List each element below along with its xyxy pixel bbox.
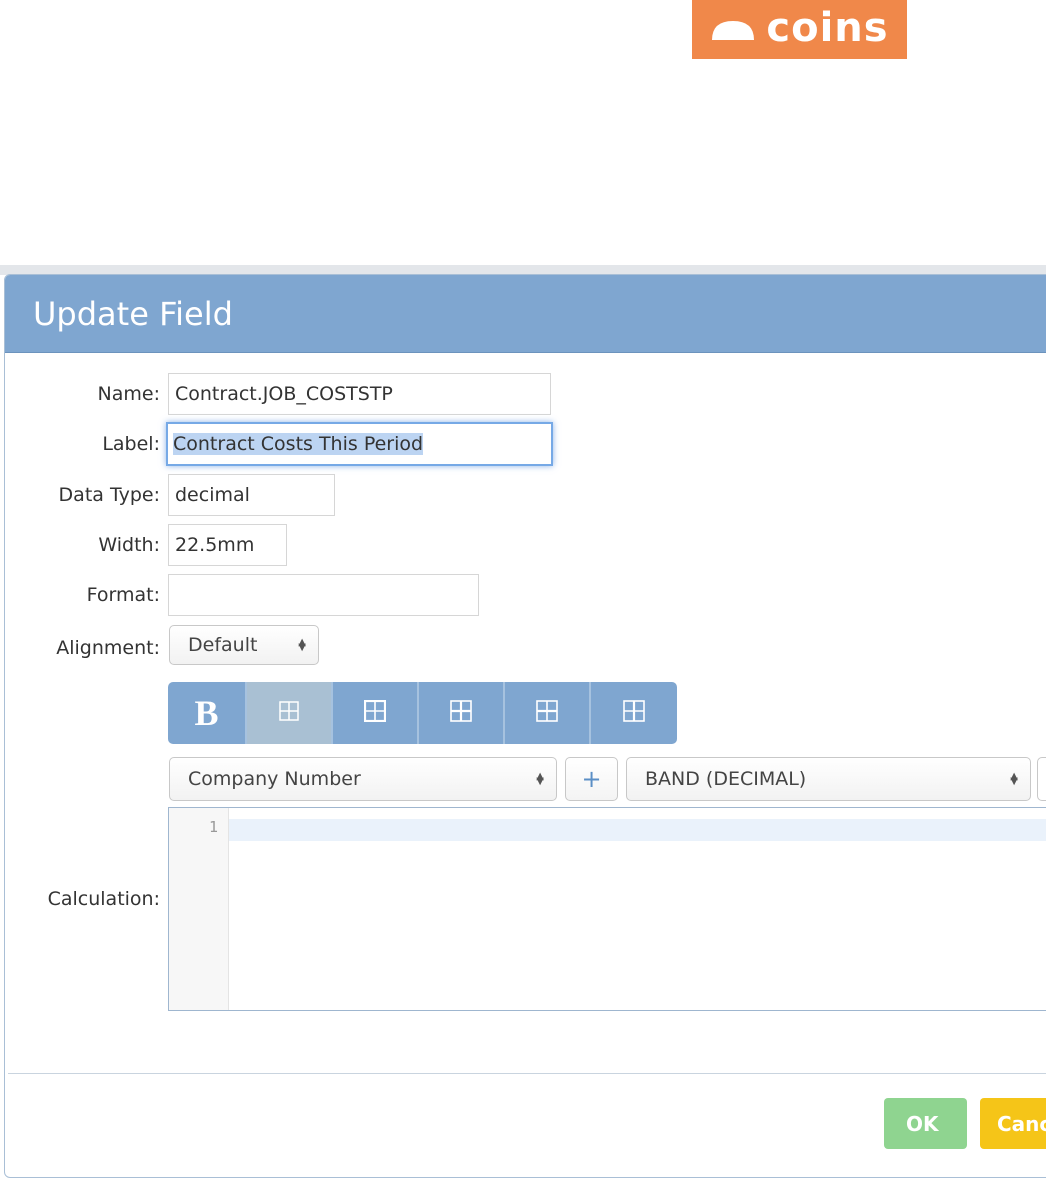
border-vertical-button[interactable] <box>591 682 677 744</box>
hard-hat-icon <box>710 19 756 46</box>
editor-gutter: 1 <box>169 808 229 1010</box>
alignment-select[interactable]: Default ▲ ▼ <box>169 625 319 665</box>
grid-icon <box>536 699 558 727</box>
format-toolbar: B <box>168 682 677 744</box>
grid-icon <box>623 699 645 727</box>
name-label: Name: <box>97 383 160 405</box>
calculation-label: Calculation: <box>47 888 160 910</box>
alignment-value: Default <box>188 634 258 656</box>
width-value: 22.5mm <box>175 534 255 556</box>
name-value: Contract.JOB_COSTSTP <box>175 383 393 405</box>
dialog-header: Update Field <box>5 275 1046 353</box>
label-label: Label: <box>102 433 160 455</box>
grid-icon <box>279 700 299 726</box>
grid-icon <box>363 699 387 727</box>
line-number: 1 <box>208 818 218 836</box>
label-field[interactable]: Contract Costs This Period <box>166 422 553 466</box>
plus-icon: + <box>581 765 602 793</box>
border-horizontal-button[interactable] <box>505 682 591 744</box>
updown-arrows-icon: ▲ ▼ <box>1010 770 1018 787</box>
label-value: Contract Costs This Period <box>173 433 424 455</box>
field-select[interactable]: Company Number ▲ ▼ <box>169 757 557 801</box>
data-type-label: Data Type: <box>58 484 160 506</box>
border-inner-button[interactable] <box>419 682 505 744</box>
add-field-button[interactable]: + <box>565 757 618 801</box>
grid-icon <box>450 699 472 727</box>
calculation-editor[interactable]: 1 <box>168 807 1046 1011</box>
updown-arrows-icon: ▲ ▼ <box>298 636 306 653</box>
dialog-title: Update Field <box>33 295 233 333</box>
format-field[interactable] <box>168 574 479 616</box>
cancel-label: Cancel <box>997 1111 1046 1136</box>
width-field[interactable]: 22.5mm <box>168 524 287 566</box>
ok-button[interactable]: OK <box>884 1098 967 1149</box>
data-type-field[interactable]: decimal <box>168 474 335 516</box>
field-select-value: Company Number <box>188 768 361 790</box>
add-function-button[interactable] <box>1037 757 1046 801</box>
width-label: Width: <box>98 534 160 556</box>
data-type-value: decimal <box>175 484 250 506</box>
bold-button[interactable]: B <box>168 682 247 744</box>
ok-label: OK <box>906 1111 939 1136</box>
border-outer-button[interactable] <box>333 682 419 744</box>
format-label: Format: <box>86 584 160 606</box>
bold-icon: B <box>194 693 219 733</box>
function-select-value: BAND (DECIMAL) <box>645 768 807 790</box>
footer-divider <box>8 1073 1046 1074</box>
border-all-button[interactable] <box>247 682 333 744</box>
cancel-button[interactable]: Cancel <box>980 1098 1046 1149</box>
editor-active-line <box>229 819 1046 841</box>
logo-text: coins <box>766 4 889 51</box>
name-field[interactable]: Contract.JOB_COSTSTP <box>168 373 551 415</box>
coins-logo: coins <box>692 0 907 59</box>
alignment-label: Alignment: <box>56 637 160 659</box>
function-select[interactable]: BAND (DECIMAL) ▲ ▼ <box>626 757 1031 801</box>
updown-arrows-icon: ▲ ▼ <box>536 770 544 787</box>
